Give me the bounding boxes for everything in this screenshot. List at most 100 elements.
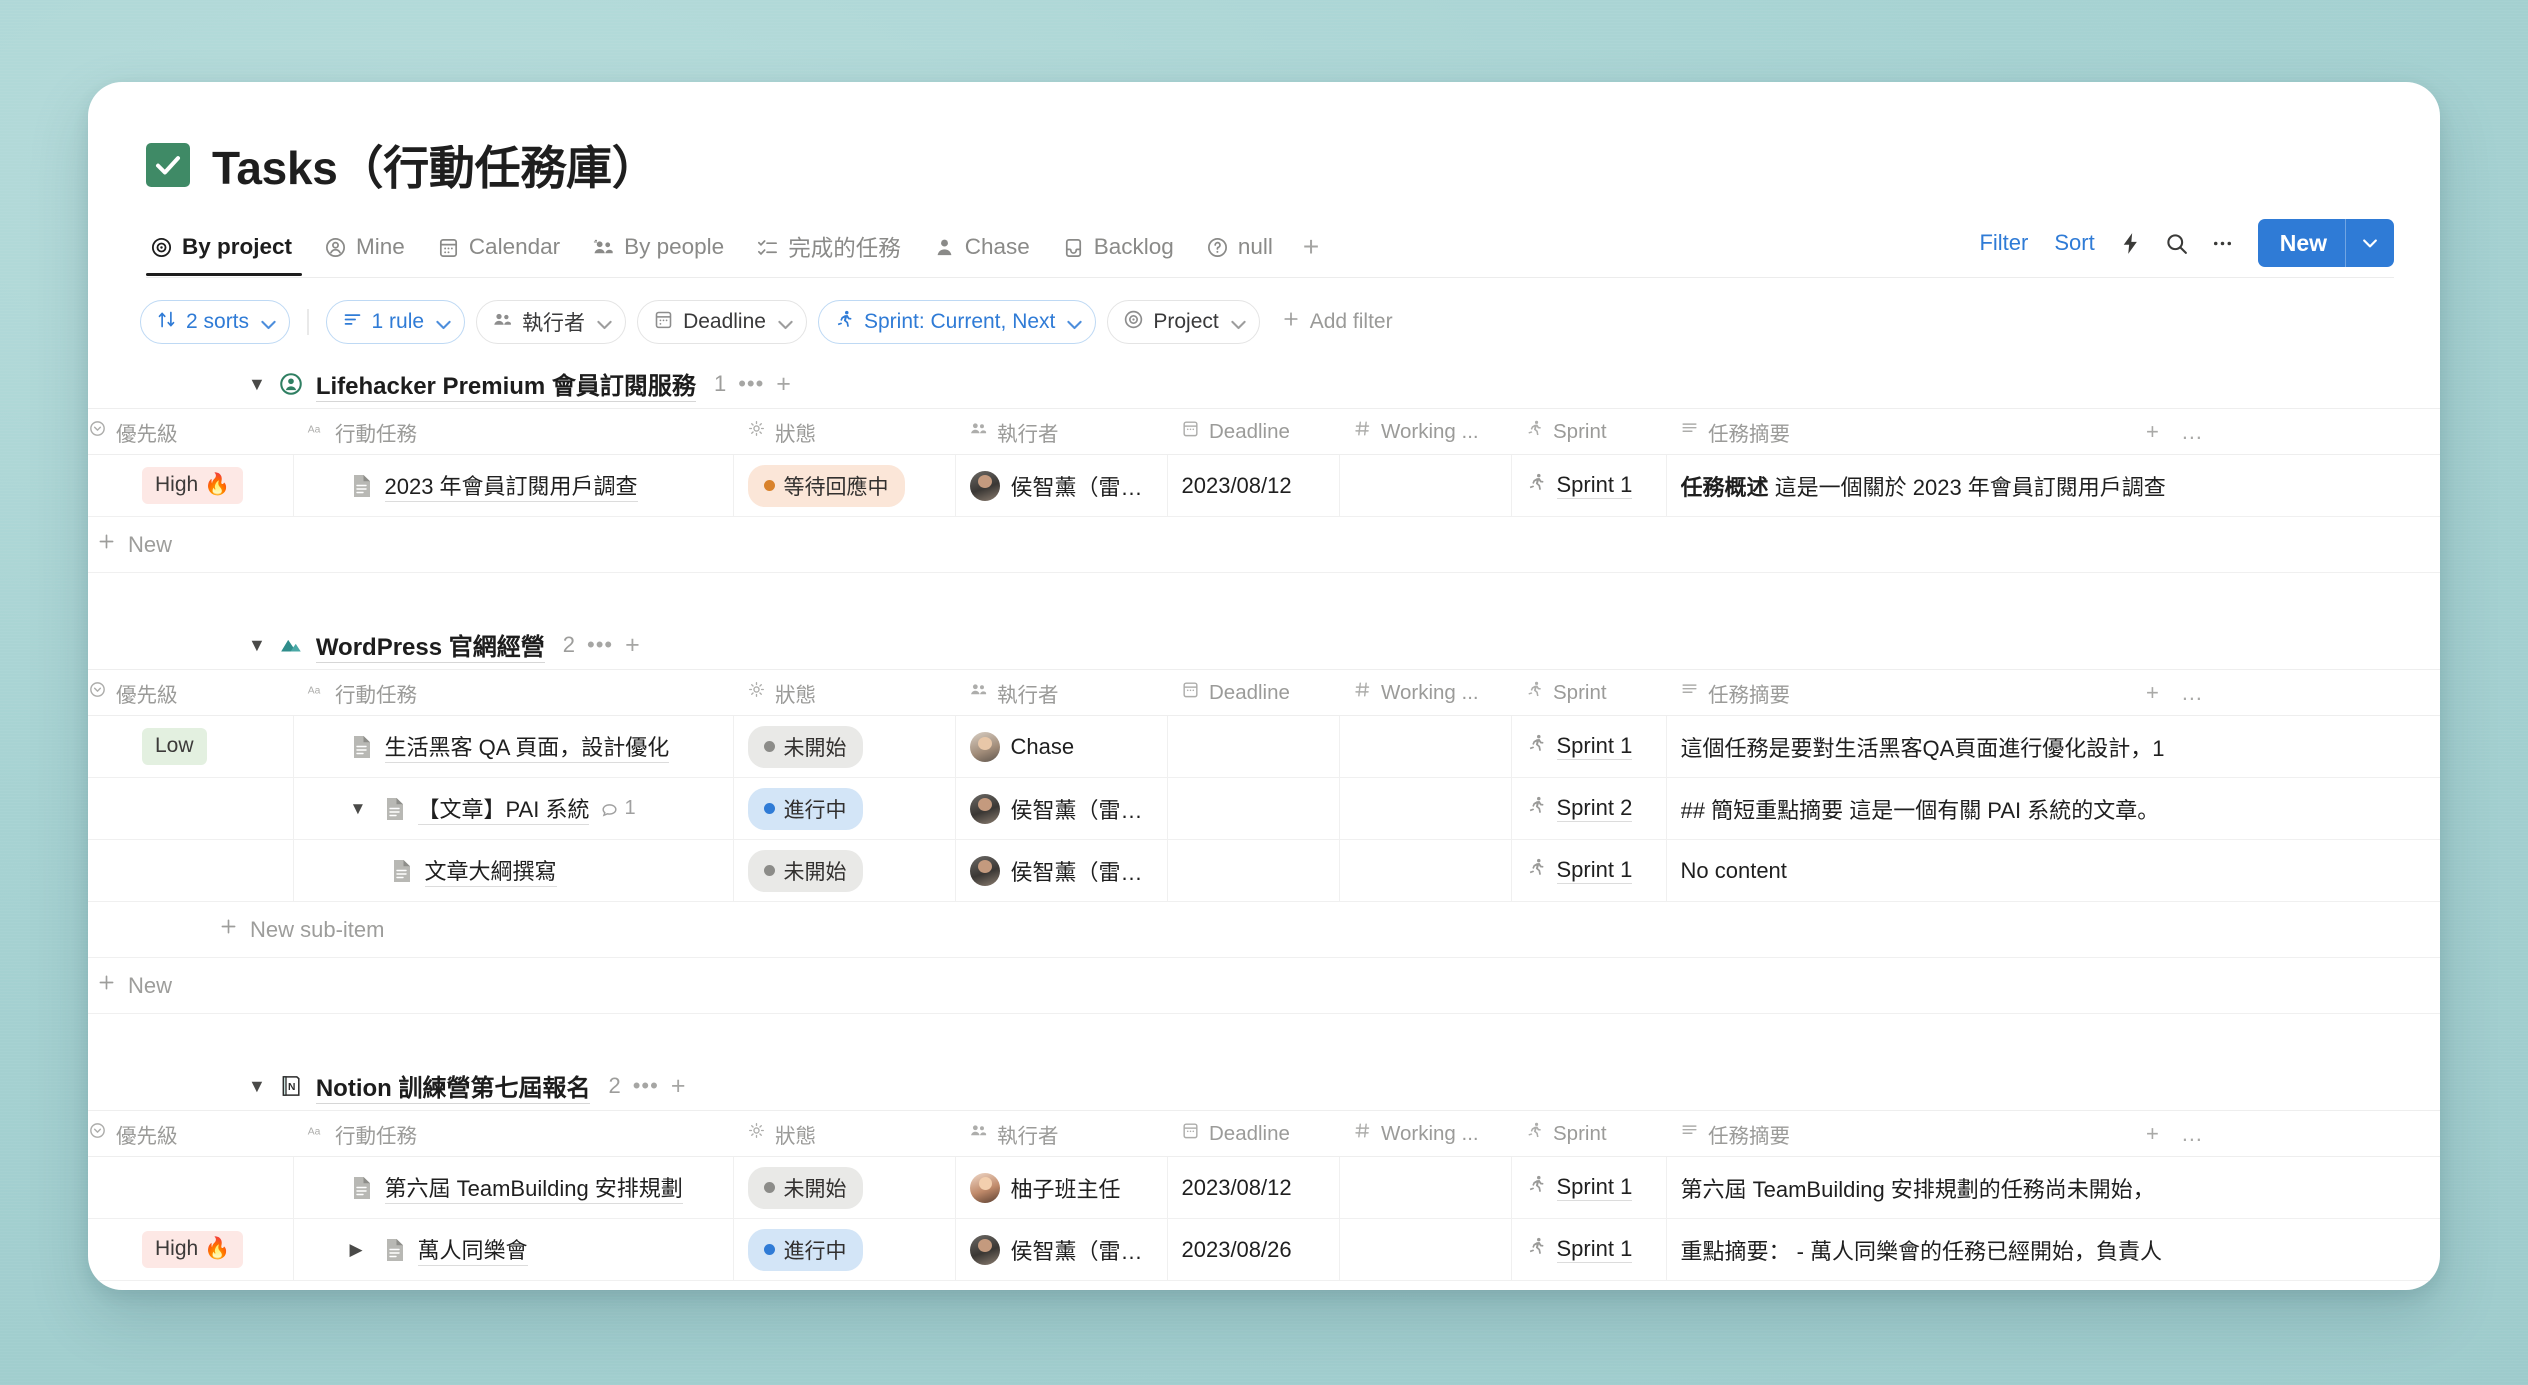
col-task-name[interactable]: Aa 行動任務 (293, 408, 733, 455)
table-row[interactable]: 文章大綱撰寫 未開始 侯智薰（雷蒙） Sprint 1 No content (88, 839, 2440, 902)
add-column-icon[interactable]: + (2146, 1121, 2159, 1147)
col-assignee[interactable]: 執行者 (955, 1110, 1167, 1157)
collapse-caret-icon[interactable]: ▼ (248, 635, 266, 656)
col-summary[interactable]: 任務摘要 (1666, 669, 2128, 716)
new-button[interactable]: New (2257, 219, 2394, 267)
comment-count[interactable]: 1 (600, 797, 636, 820)
cell-sprint[interactable]: Sprint 1 (1511, 1218, 1667, 1281)
col-sprint[interactable]: Sprint (1511, 669, 1666, 716)
tab-by-people[interactable]: By people (576, 234, 740, 274)
group-add-icon[interactable]: + (776, 371, 791, 397)
table-row[interactable]: High 🔥 ▶ 萬人同樂會 進行中 侯智薰（雷蒙） 2023/08/26 Sp… (88, 1218, 2440, 1281)
col-working[interactable]: Working ... (1339, 408, 1511, 455)
filter-chip-assignee[interactable]: 執行者 (476, 300, 627, 344)
filter-chip-sprint[interactable]: Sprint: Current, Next (817, 300, 1097, 344)
cell-task-name[interactable]: ▼ 【文章】PAI 系統 1 (293, 777, 734, 840)
col-summary[interactable]: 任務摘要 (1666, 408, 2128, 455)
new-sub-item-button[interactable]: New sub-item (88, 902, 2440, 958)
group-name[interactable]: WordPress 官網經營 (315, 627, 545, 663)
cell-summary[interactable]: No content (1666, 839, 2440, 902)
cell-status[interactable]: 進行中 (733, 777, 956, 840)
tab-chase[interactable]: Chase (917, 234, 1046, 274)
cell-status[interactable]: 未開始 (733, 1156, 956, 1219)
cell-priority[interactable] (88, 1156, 294, 1219)
cell-task-name[interactable]: 生活黑客 QA 頁面，設計優化 (293, 715, 734, 778)
col-assignee[interactable]: 執行者 (955, 669, 1167, 716)
cell-assignee[interactable]: Chase (955, 715, 1168, 778)
column-more-icon[interactable]: … (2181, 1121, 2203, 1147)
cell-summary[interactable]: 這個任務是要對生活黑客QA頁面進行優化設計，1 (1666, 715, 2440, 778)
rule-chip[interactable]: 1 rule (325, 300, 466, 344)
group-add-icon[interactable]: + (625, 632, 640, 658)
cell-deadline[interactable] (1167, 715, 1340, 778)
cell-sprint[interactable]: Sprint 1 (1511, 454, 1667, 517)
cell-task-name[interactable]: 2023 年會員訂閱用戶調查 (293, 454, 734, 517)
cell-status[interactable]: 未開始 (733, 839, 956, 902)
add-filter-button[interactable]: Add filter (1271, 309, 1403, 335)
lightning-icon[interactable] (2108, 224, 2154, 262)
cell-assignee[interactable]: 侯智薰（雷蒙） (955, 454, 1168, 517)
cell-deadline[interactable]: 2023/08/26 (1167, 1218, 1340, 1281)
tab-completed-tasks[interactable]: 完成的任務 (740, 231, 917, 277)
col-deadline[interactable]: Deadline (1167, 669, 1339, 716)
col-sprint[interactable]: Sprint (1511, 1110, 1666, 1157)
cell-priority[interactable]: High 🔥 (88, 454, 294, 517)
cell-priority[interactable] (88, 839, 294, 902)
cell-task-name[interactable]: 文章大綱撰寫 (293, 839, 734, 902)
table-row[interactable]: Low 生活黑客 QA 頁面，設計優化 未開始 Chase Sprint 1 這… (88, 715, 2440, 778)
cell-assignee[interactable]: 侯智薰（雷蒙） (955, 1218, 1168, 1281)
tab-backlog[interactable]: Backlog (1046, 234, 1190, 274)
add-view-button[interactable]: + (1289, 233, 1333, 275)
filter-button[interactable]: Filter (1966, 230, 2041, 256)
chevron-down-icon[interactable] (2346, 233, 2394, 253)
cell-summary[interactable]: 任務概述 這是一個關於 2023 年會員訂閱用戶調查 (1666, 454, 2440, 517)
task-title[interactable]: 文章大綱撰寫 (424, 854, 557, 887)
col-task-name[interactable]: Aa 行動任務 (293, 669, 733, 716)
task-title[interactable]: 【文章】PAI 系統 (417, 792, 590, 825)
sprint-label[interactable]: Sprint 1 (1556, 1236, 1633, 1263)
col-summary[interactable]: 任務摘要 (1666, 1110, 2128, 1157)
col-priority[interactable]: 優先級 (88, 1110, 293, 1157)
new-row-button[interactable]: New (88, 958, 2440, 1014)
task-title[interactable]: 第六屆 TeamBuilding 安排規劃 (384, 1171, 683, 1204)
table-row[interactable]: ▼ 【文章】PAI 系統 1 進行中 侯智薰（雷蒙） Sprint 2 ## 簡… (88, 777, 2440, 840)
col-task-name[interactable]: Aa 行動任務 (293, 1110, 733, 1157)
col-priority[interactable]: 優先級 (88, 408, 293, 455)
sprint-label[interactable]: Sprint 1 (1556, 733, 1633, 760)
sprint-label[interactable]: Sprint 1 (1556, 857, 1633, 884)
sprint-label[interactable]: Sprint 2 (1556, 795, 1633, 822)
collapse-caret-icon[interactable]: ▼ (248, 374, 266, 395)
task-title[interactable]: 萬人同樂會 (417, 1233, 528, 1266)
new-row-button[interactable]: New (88, 517, 2440, 573)
sprint-label[interactable]: Sprint 1 (1556, 472, 1633, 499)
group-more-icon[interactable]: ••• (587, 632, 613, 658)
column-more-icon[interactable]: … (2181, 419, 2203, 445)
cell-working[interactable] (1339, 715, 1512, 778)
search-icon[interactable] (2154, 224, 2200, 262)
cell-deadline[interactable] (1167, 777, 1340, 840)
table-row[interactable]: High 🔥 2023 年會員訂閱用戶調查 等待回應中 侯智薰（雷蒙） 2023/… (88, 454, 2440, 517)
group-more-icon[interactable]: ••• (738, 371, 764, 397)
col-assignee[interactable]: 執行者 (955, 408, 1167, 455)
cell-priority[interactable]: Low (88, 715, 294, 778)
sorts-chip[interactable]: 2 sorts (140, 300, 291, 344)
col-working[interactable]: Working ... (1339, 1110, 1511, 1157)
cell-assignee[interactable]: 柚子班主任 (955, 1156, 1168, 1219)
group-name[interactable]: Lifehacker Premium 會員訂閱服務 (315, 366, 696, 402)
cell-task-name[interactable]: 第六屆 TeamBuilding 安排規劃 (293, 1156, 734, 1219)
cell-status[interactable]: 等待回應中 (733, 454, 956, 517)
cell-assignee[interactable]: 侯智薰（雷蒙） (955, 777, 1168, 840)
task-title[interactable]: 2023 年會員訂閱用戶調查 (384, 469, 638, 502)
cell-working[interactable] (1339, 777, 1512, 840)
cell-status[interactable]: 進行中 (733, 1218, 956, 1281)
cell-summary[interactable]: 第六屆 TeamBuilding 安排規劃的任務尚未開始， (1666, 1156, 2440, 1219)
add-column-icon[interactable]: + (2146, 680, 2159, 706)
col-sprint[interactable]: Sprint (1511, 408, 1666, 455)
col-priority[interactable]: 優先級 (88, 669, 293, 716)
cell-status[interactable]: 未開始 (733, 715, 956, 778)
tab-calendar[interactable]: Calendar (421, 234, 576, 274)
task-title[interactable]: 生活黑客 QA 頁面，設計優化 (384, 730, 670, 763)
group-add-icon[interactable]: + (671, 1073, 686, 1099)
cell-sprint[interactable]: Sprint 1 (1511, 839, 1667, 902)
col-deadline[interactable]: Deadline (1167, 408, 1339, 455)
